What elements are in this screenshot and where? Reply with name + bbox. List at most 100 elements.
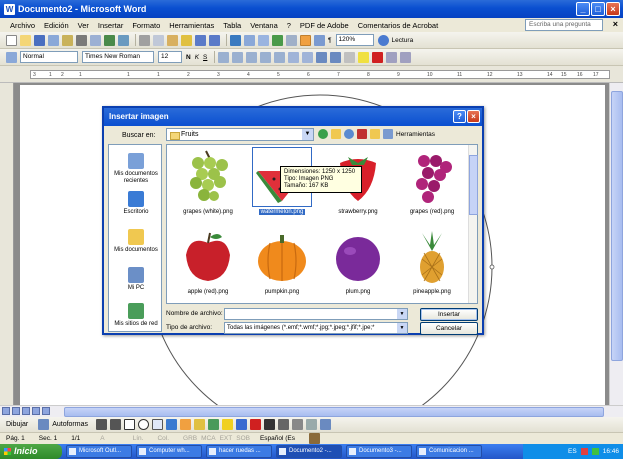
- permission-icon[interactable]: [48, 34, 59, 46]
- status-mode-ext[interactable]: EXT: [220, 435, 233, 442]
- arrow-icon[interactable]: [109, 419, 121, 430]
- oval-icon[interactable]: [137, 419, 149, 430]
- task-comunicacion[interactable]: Comunicacion ...: [416, 445, 482, 458]
- research-icon[interactable]: [118, 34, 129, 46]
- 3d-icon[interactable]: [319, 419, 331, 430]
- task-computer[interactable]: Computer wh...: [136, 445, 202, 458]
- task-documento2[interactable]: Documento2 -...: [276, 445, 342, 458]
- status-mode-sob[interactable]: SOB: [236, 435, 250, 442]
- menu-edicion[interactable]: Edición: [44, 21, 69, 30]
- rectangle-icon[interactable]: [123, 419, 135, 430]
- line-style-icon[interactable]: [263, 419, 275, 430]
- chevron-down-icon[interactable]: ▼: [302, 129, 313, 140]
- insert-table-icon[interactable]: [258, 34, 269, 46]
- read-mode-button[interactable]: Lectura: [392, 37, 414, 44]
- menu-archivo[interactable]: Archivo: [10, 21, 35, 30]
- drawing-icon[interactable]: [300, 34, 311, 46]
- print-view-icon[interactable]: [22, 407, 30, 415]
- dash-style-icon[interactable]: [277, 419, 289, 430]
- wordart-icon[interactable]: [165, 419, 177, 430]
- arrow-style-icon[interactable]: [291, 419, 303, 430]
- minimize-button[interactable]: _: [576, 2, 590, 16]
- tables-borders-icon[interactable]: [244, 34, 255, 46]
- delete-icon[interactable]: [357, 129, 367, 139]
- tray-language[interactable]: ES: [568, 448, 577, 455]
- tray-icon[interactable]: [591, 448, 599, 455]
- horizontal-scrollbar[interactable]: [0, 405, 623, 417]
- shrink-font-icon[interactable]: [400, 51, 412, 63]
- place-my-computer[interactable]: Mi PC: [109, 267, 163, 292]
- align-right-icon[interactable]: [246, 51, 258, 63]
- task-outlook[interactable]: Microsoft Outl...: [66, 445, 132, 458]
- close-document-button[interactable]: ×: [613, 19, 618, 29]
- place-recent-documents[interactable]: Mis documentos recientes: [109, 153, 163, 185]
- horizontal-scroll-thumb[interactable]: [64, 407, 604, 417]
- chevron-down-icon[interactable]: ▼: [397, 309, 407, 319]
- dialog-close-button[interactable]: ×: [467, 110, 480, 123]
- fill-color-icon[interactable]: [221, 419, 233, 430]
- cancel-button[interactable]: Cancelar: [420, 322, 478, 335]
- decrease-indent-icon[interactable]: [316, 51, 328, 63]
- select-objects-icon[interactable]: [38, 419, 50, 430]
- file-item-grapes-white[interactable]: grapes (white).png: [173, 149, 243, 223]
- filename-input[interactable]: ▼: [224, 308, 408, 320]
- open-folder-icon[interactable]: [20, 34, 31, 46]
- reading-view-icon[interactable]: [42, 407, 50, 415]
- file-item-pineapple[interactable]: pineapple.png: [397, 229, 467, 303]
- status-mode-grb[interactable]: GRB: [183, 435, 197, 442]
- spelling-status-icon[interactable]: [309, 433, 321, 444]
- new-document-icon[interactable]: [6, 34, 17, 46]
- menu-ver[interactable]: Ver: [78, 21, 89, 30]
- cut-icon[interactable]: [139, 34, 150, 46]
- line-icon[interactable]: [95, 419, 107, 430]
- insert-button[interactable]: Insertar: [420, 308, 478, 321]
- copy-icon[interactable]: [153, 34, 164, 46]
- border-icon[interactable]: [344, 51, 356, 63]
- print-preview-icon[interactable]: [90, 34, 101, 46]
- tray-icon[interactable]: [580, 448, 588, 455]
- file-item-pumpkin[interactable]: pumpkin.png: [247, 229, 317, 303]
- filetype-select[interactable]: Todas las imágenes (*.emf;*.wmf;*.jpg;*.…: [224, 322, 408, 334]
- menu-ventana[interactable]: Ventana: [250, 21, 278, 30]
- place-network[interactable]: Mis sitios de red: [109, 303, 163, 328]
- shadow-icon[interactable]: [305, 419, 317, 430]
- views-icon[interactable]: [383, 129, 393, 139]
- paste-icon[interactable]: [167, 34, 178, 46]
- status-mode-mca[interactable]: MCA: [201, 435, 215, 442]
- status-language[interactable]: Español (Es: [260, 435, 295, 442]
- line-spacing-icon[interactable]: [274, 51, 286, 63]
- task-hacer-ruedas[interactable]: hacer ruedas ...: [206, 445, 272, 458]
- place-desktop[interactable]: Escritorio: [109, 191, 163, 216]
- font-select[interactable]: Times New Roman: [82, 51, 154, 63]
- autoshapes-menu[interactable]: Autoformas: [52, 421, 88, 428]
- file-item-plum[interactable]: plum.png: [323, 229, 393, 303]
- vertical-scroll-thumb[interactable]: [611, 91, 623, 361]
- numbering-icon[interactable]: [288, 51, 300, 63]
- italic-button[interactable]: K: [195, 54, 199, 61]
- place-my-documents[interactable]: Mis documentos: [109, 229, 163, 254]
- help-icon[interactable]: [377, 34, 389, 46]
- up-folder-icon[interactable]: [331, 129, 341, 139]
- show-hide-icon[interactable]: ¶: [328, 37, 332, 44]
- grow-font-icon[interactable]: [386, 51, 398, 63]
- outline-view-icon[interactable]: [32, 407, 40, 415]
- menu-herramientas[interactable]: Herramientas: [169, 21, 214, 30]
- style-select[interactable]: Normal: [20, 51, 78, 63]
- menu-pdf-adobe[interactable]: PDF de Adobe: [300, 21, 349, 30]
- menu-help[interactable]: ?: [287, 21, 291, 30]
- tools-menu[interactable]: Herramientas: [396, 131, 435, 138]
- start-button[interactable]: Inicio: [0, 444, 62, 459]
- help-search-input[interactable]: Escriba una pregunta: [525, 19, 603, 31]
- task-documento3[interactable]: Documento3 -...: [346, 445, 412, 458]
- font-color-icon[interactable]: [249, 419, 261, 430]
- back-icon[interactable]: [318, 129, 328, 139]
- zoom-select[interactable]: 120%: [335, 34, 374, 46]
- draw-menu[interactable]: Dibujar: [6, 421, 28, 428]
- highlight-icon[interactable]: [358, 51, 370, 63]
- vertical-scrollbar[interactable]: [609, 83, 623, 405]
- insert-excel-icon[interactable]: [272, 34, 283, 46]
- justify-icon[interactable]: [260, 51, 272, 63]
- bullets-icon[interactable]: [302, 51, 314, 63]
- web-search-icon[interactable]: [344, 129, 354, 139]
- print-icon[interactable]: [76, 34, 87, 46]
